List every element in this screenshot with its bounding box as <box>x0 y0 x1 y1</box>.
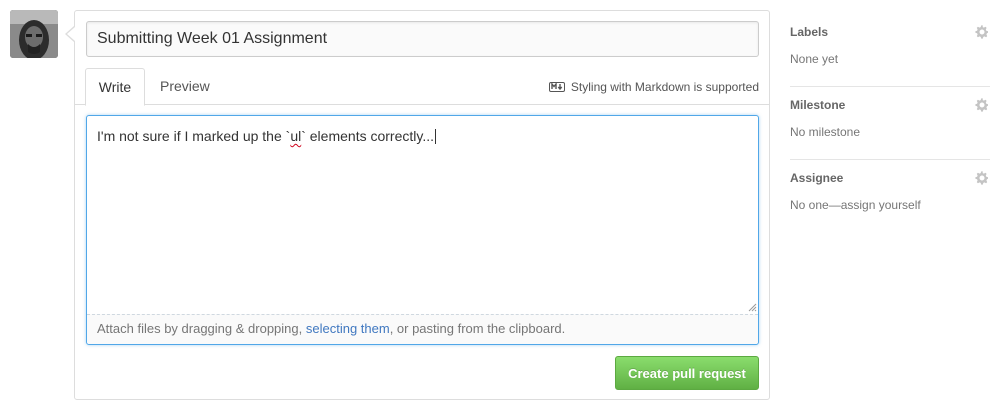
comment-text-misspelled: ul <box>290 128 302 144</box>
sidebar: Labels None yet Milestone No milestone A… <box>790 14 990 233</box>
gear-icon[interactable] <box>974 97 990 113</box>
sidebar-labels: Labels None yet <box>790 14 990 87</box>
editor-tabs: Write Preview Styling with Markdown is s… <box>75 68 769 106</box>
comment-editor: I'm not sure if I marked up the `ul` ele… <box>86 115 759 345</box>
sidebar-milestone: Milestone No milestone <box>790 87 990 160</box>
comment-text-after: ` elements correctly... <box>301 128 434 144</box>
comment-box-arrow-fill <box>67 27 75 41</box>
assignee-value[interactable]: No one—assign yourself <box>790 198 921 212</box>
attach-suffix: , or pasting from the clipboard. <box>389 321 566 336</box>
avatar <box>10 10 58 58</box>
sidebar-assignee: Assignee No one—assign yourself <box>790 160 990 233</box>
markdown-hint-label: Styling with Markdown is supported <box>570 79 759 94</box>
tab-preview[interactable]: Preview <box>148 68 222 105</box>
select-files-link[interactable]: selecting them <box>306 321 390 336</box>
attach-prefix: Attach files by dragging & dropping, <box>97 321 306 336</box>
labels-heading: Labels <box>790 25 829 39</box>
new-pull-request-form: Write Preview Styling with Markdown is s… <box>74 10 770 400</box>
milestone-heading: Milestone <box>790 98 846 112</box>
create-pull-request-button[interactable]: Create pull request <box>615 356 759 390</box>
markdown-hint[interactable]: Styling with Markdown is supported <box>548 68 759 105</box>
milestone-value: No milestone <box>790 125 861 139</box>
avatar-image <box>10 10 58 58</box>
assignee-heading: Assignee <box>790 171 844 185</box>
gear-icon[interactable] <box>974 24 990 40</box>
gear-icon[interactable] <box>974 170 990 186</box>
comment-text-before: I'm not sure if I marked up the ` <box>97 128 291 144</box>
labels-value: None yet <box>790 52 839 66</box>
title-input[interactable] <box>86 21 759 57</box>
resize-grip-icon[interactable] <box>747 302 757 312</box>
markdown-icon <box>548 81 565 92</box>
file-attach-bar[interactable]: Attach files by dragging & dropping, sel… <box>87 314 758 344</box>
tab-write[interactable]: Write <box>85 68 145 106</box>
text-caret <box>435 129 436 144</box>
comment-body-textarea[interactable]: I'm not sure if I marked up the `ul` ele… <box>87 116 758 314</box>
